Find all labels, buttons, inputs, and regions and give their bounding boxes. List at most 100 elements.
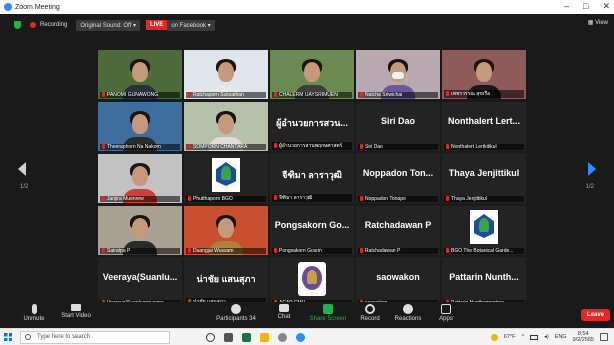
share-screen-label: Share Screen bbox=[309, 316, 347, 322]
reactions-icon bbox=[403, 304, 413, 314]
record-icon bbox=[365, 304, 375, 314]
cortana-icon[interactable] bbox=[206, 332, 215, 342]
security-shield-icon[interactable] bbox=[14, 21, 21, 29]
next-page-arrow-icon[interactable] bbox=[588, 162, 596, 176]
botanical-garden-logo-icon bbox=[212, 158, 240, 192]
participant-tile[interactable]: Sairatpa P bbox=[98, 206, 182, 255]
participant-name: Pongsakorn Gosrin bbox=[279, 248, 322, 254]
recording-label: Recording bbox=[40, 22, 68, 28]
battery-icon[interactable] bbox=[530, 334, 539, 340]
participant-tile[interactable]: Natcha Sriwichai bbox=[356, 50, 440, 99]
participant-tile[interactable]: น่าชัย แสนสุภาน่าชัย แสนสุภา bbox=[184, 258, 268, 307]
previous-page-arrow-icon[interactable] bbox=[18, 162, 26, 176]
participant-name-label: Siri Dao bbox=[358, 144, 438, 150]
weather-temperature[interactable]: 67°F bbox=[504, 334, 516, 340]
participant-name-label: Phutthaporn BGO bbox=[186, 196, 266, 202]
participants-icon bbox=[231, 304, 241, 314]
participant-tile[interactable]: Theeraphorn Na Nakorn bbox=[98, 102, 182, 151]
share-screen-button[interactable]: Share Screen bbox=[306, 304, 350, 322]
live-target-dropdown[interactable]: on Facebook ▾ bbox=[167, 19, 215, 31]
original-sound-button[interactable]: Original Sound: Off ▾ bbox=[76, 19, 140, 31]
participant-tile[interactable]: เพชรวรรณ สุขเรือ bbox=[442, 50, 526, 99]
participant-name-label: Pongsakorn Gosrin bbox=[272, 248, 352, 254]
participant-tile[interactable]: จีฑิมา ลาราวุฒิ จีฑิมา ลาราวุฒิ bbox=[270, 154, 354, 203]
unmute-button[interactable]: Unmute bbox=[12, 304, 56, 322]
leave-button[interactable]: Leave bbox=[580, 309, 610, 321]
file-explorer-icon[interactable] bbox=[260, 332, 269, 342]
task-view-icon[interactable] bbox=[224, 332, 233, 342]
muted-mic-icon bbox=[274, 143, 277, 149]
participant-tile[interactable]: Duangjai Wussam bbox=[184, 206, 268, 255]
participant-tile[interactable]: CHALERM UAYSRIMUEN bbox=[270, 50, 354, 99]
participant-tile[interactable]: ผู้อำนวยการสวน... ผู้อำนวยการสวนพฤกษศาสตร… bbox=[270, 102, 354, 151]
chat-icon bbox=[279, 304, 289, 312]
apps-label: Apps bbox=[439, 316, 453, 322]
zoom-taskbar-icon[interactable] bbox=[296, 332, 305, 342]
taskbar-search-input[interactable]: Type here to search bbox=[20, 330, 170, 344]
notifications-icon[interactable] bbox=[600, 333, 608, 341]
start-video-button[interactable]: Start Video bbox=[54, 304, 98, 319]
weather-icon[interactable] bbox=[490, 333, 498, 341]
input-language[interactable]: ENG bbox=[555, 334, 567, 340]
participant-name: SOMPORN CHANTARA bbox=[193, 144, 248, 150]
participant-name-label: Sairatpa P bbox=[100, 248, 180, 254]
participant-face bbox=[132, 62, 148, 82]
tray-chevron-icon[interactable]: ^ bbox=[521, 334, 524, 340]
muted-mic-icon bbox=[188, 248, 191, 254]
participant-display-name: Ratchadawan P bbox=[364, 220, 432, 230]
participant-tile[interactable]: Thaya Jenjittikul Thaya Jenjittikul bbox=[442, 154, 526, 203]
participant-name: เพชรวรรณ สุขเรือ bbox=[451, 91, 491, 97]
participant-name-label: Thaya Jenjittikul bbox=[444, 196, 524, 202]
participants-button[interactable]: Participants 34 bbox=[214, 304, 258, 322]
participant-tile[interactable]: saowakonsaowakon bbox=[356, 258, 440, 307]
participant-display-name: Nonthalert Lert... bbox=[447, 116, 520, 126]
participant-face bbox=[132, 114, 148, 134]
participant-name-label: CHALERM UAYSRIMUEN bbox=[272, 92, 352, 98]
participant-tile[interactable]: Ratchadawan P Ratchadawan P bbox=[356, 206, 440, 255]
muted-mic-icon bbox=[360, 144, 363, 150]
windows-start-icon[interactable] bbox=[4, 333, 12, 341]
participant-display-name: Pattarin Nunth... bbox=[449, 272, 519, 282]
excel-icon[interactable] bbox=[242, 332, 251, 342]
participant-name-label: Ratchaporn Suksathan bbox=[186, 92, 266, 98]
participant-tile[interactable]: Pattarin Nunth...Pattarin Nunthamontree bbox=[442, 258, 526, 307]
participant-tile[interactable]: Nonthalert Lert... Nonthalert Lertkitikul bbox=[442, 102, 526, 151]
participant-tile[interactable]: SOMPORN CHANTARA bbox=[184, 102, 268, 151]
participant-tile[interactable]: Siri Dao Siri Dao bbox=[356, 102, 440, 151]
participant-tile[interactable]: Ratchaporn Suksathan bbox=[184, 50, 268, 99]
participant-tile[interactable]: Phutthaporn BGO bbox=[184, 154, 268, 203]
zoom-logo-icon bbox=[4, 3, 12, 11]
muted-mic-icon bbox=[188, 144, 191, 150]
participant-name-label: PANOMI GUNAWONG bbox=[100, 92, 180, 98]
participant-name-label: SOMPORN CHANTARA bbox=[186, 144, 266, 150]
maximize-button[interactable]: □ bbox=[583, 1, 588, 12]
participant-name: Thaya Jenjittikul bbox=[451, 196, 487, 202]
taskbar-clock[interactable]: 8:54 9/2/2565 bbox=[573, 331, 594, 343]
participant-tile[interactable]: Janjira Muenrew bbox=[98, 154, 182, 203]
participant-display-name: Siri Dao bbox=[380, 116, 415, 126]
participant-name: Sairatpa P bbox=[107, 248, 131, 254]
volume-icon[interactable]: ◂) bbox=[544, 334, 549, 340]
muted-mic-icon bbox=[102, 92, 105, 98]
participant-name: Nonthalert Lertkitikul bbox=[451, 144, 497, 150]
apps-button[interactable]: Apps bbox=[424, 304, 468, 322]
participant-tile[interactable]: Pongsakorn Go... Pongsakorn Gosrin bbox=[270, 206, 354, 255]
minimize-button[interactable]: – bbox=[564, 1, 569, 12]
window-title: Zoom Meeting bbox=[15, 3, 60, 11]
settings-icon[interactable] bbox=[278, 332, 287, 342]
participant-tile[interactable]: ACAP CMU bbox=[270, 258, 354, 307]
participant-tile[interactable]: Noppadon Ton... Noppadon Tonapo bbox=[356, 154, 440, 203]
participant-tile[interactable]: BGO The Botanical Garde... bbox=[442, 206, 526, 255]
view-button[interactable]: ▦ View bbox=[588, 19, 608, 26]
participant-tile[interactable]: Veeraya(Suanlu...Veeraya(Suanluang rama.… bbox=[98, 258, 182, 307]
participant-face bbox=[218, 218, 234, 238]
close-button[interactable]: ✕ bbox=[602, 1, 610, 12]
muted-mic-icon bbox=[446, 196, 449, 202]
participant-name: Ratchaporn Suksathan bbox=[193, 92, 244, 98]
participant-tile[interactable]: PANOMI GUNAWONG bbox=[98, 50, 182, 99]
chat-button[interactable]: Chat bbox=[262, 304, 306, 320]
participant-name: PANOMI GUNAWONG bbox=[107, 92, 159, 98]
muted-mic-icon bbox=[360, 248, 363, 254]
gallery-grid: PANOMI GUNAWONG Ratchaporn Suksathan CHALE… bbox=[98, 50, 528, 311]
page-indicator-right: 1/2 bbox=[585, 184, 594, 190]
